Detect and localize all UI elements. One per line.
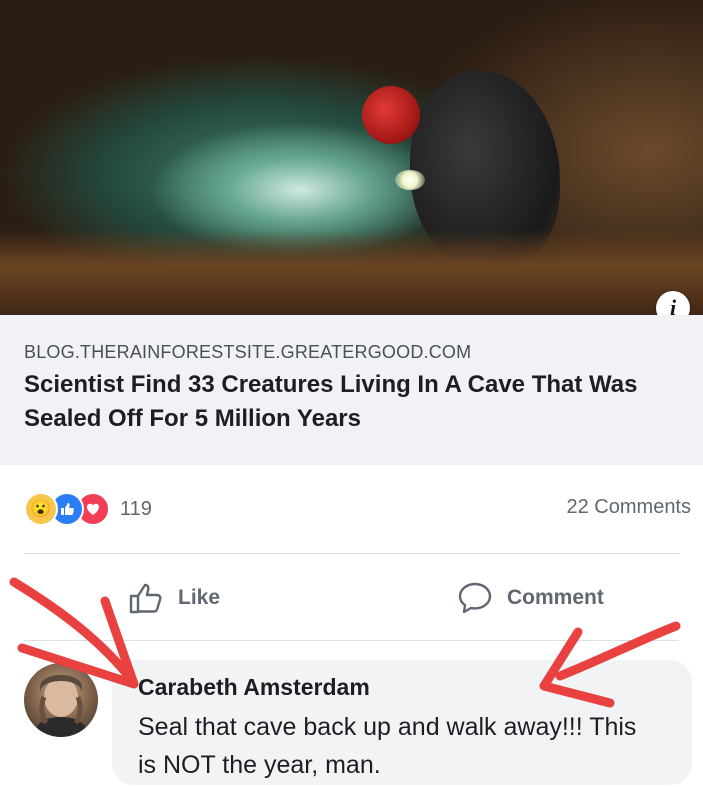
comment-button[interactable]: Comment (457, 578, 604, 618)
reaction-count: 119 (120, 497, 152, 520)
comment-author[interactable]: Carabeth Amsterdam (138, 674, 370, 701)
like-label: Like (178, 586, 221, 609)
comments-count-link[interactable]: 22 Comments (567, 496, 692, 519)
comment-label: Comment (507, 586, 604, 609)
headlamp-light (395, 170, 425, 190)
person-photo (32, 675, 90, 737)
divider (24, 640, 679, 641)
link-domain: BLOG.THERAINFORESTSITE.GREATERGOOD.COM (24, 342, 472, 362)
link-title[interactable]: Scientist Find 33 Creatures Living In A … (24, 368, 684, 436)
divider (24, 553, 679, 554)
speech-bubble-icon (458, 582, 492, 614)
like-button[interactable]: Like (128, 578, 220, 618)
post-image[interactable] (0, 0, 703, 315)
cave-rim (0, 230, 703, 315)
wow-reaction-icon: 😮 (24, 492, 58, 526)
reactions-summary[interactable]: 😮 119 (24, 491, 152, 527)
comment-text: Seal that cave back up and walk away!!! … (138, 713, 637, 779)
avatar[interactable] (24, 663, 98, 737)
caver-helmet (362, 86, 420, 144)
thumbs-up-icon (129, 583, 162, 614)
